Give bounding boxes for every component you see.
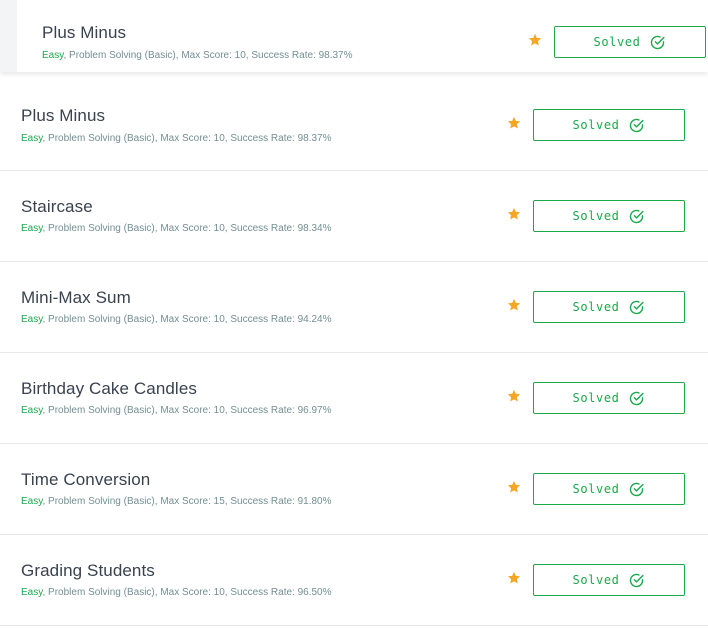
challenge-meta: Easy, Problem Solving (Basic), Max Score… — [21, 405, 332, 416]
challenge-details: , Problem Solving (Basic), Max Score: 10… — [42, 587, 332, 598]
difficulty-label: Easy — [21, 587, 43, 598]
solved-button[interactable]: Solved — [533, 291, 685, 323]
check-circle-icon — [630, 482, 645, 496]
challenge-row[interactable]: Birthday Cake Candles Easy, Problem Solv… — [0, 353, 708, 444]
challenge-meta: Easy, Problem Solving (Basic), Max Score… — [42, 50, 353, 61]
challenge-row[interactable]: Time Conversion Easy, Problem Solving (B… — [0, 444, 708, 535]
check-circle-icon — [630, 300, 645, 314]
card-left-strip — [0, 0, 17, 72]
challenge-details: , Problem Solving (Basic), Max Score: 10… — [42, 133, 332, 144]
challenge-title[interactable]: Birthday Cake Candles — [21, 379, 197, 399]
difficulty-label: Easy — [21, 133, 43, 144]
solved-button[interactable]: Solved — [554, 26, 706, 58]
challenge-title[interactable]: Staircase — [21, 197, 93, 217]
solved-button-label: Solved — [572, 482, 620, 496]
challenge-row[interactable]: Plus Minus Easy, Problem Solving (Basic)… — [0, 80, 708, 171]
challenge-details: , Problem Solving (Basic), Max Score: 15… — [42, 496, 332, 507]
challenge-list: Plus Minus Easy, Problem Solving (Basic)… — [0, 0, 708, 635]
star-icon[interactable] — [507, 389, 521, 403]
check-circle-icon — [630, 209, 645, 223]
solved-button-label: Solved — [572, 300, 620, 314]
difficulty-label: Easy — [21, 223, 43, 234]
star-icon[interactable] — [507, 480, 521, 494]
check-circle-icon — [630, 391, 645, 405]
challenge-title[interactable]: Mini-Max Sum — [21, 288, 131, 308]
solved-button[interactable]: Solved — [533, 473, 685, 505]
star-icon[interactable] — [507, 116, 521, 130]
challenge-title[interactable]: Grading Students — [21, 561, 155, 581]
star-icon[interactable] — [528, 33, 542, 47]
challenge-title[interactable]: Time Conversion — [21, 470, 150, 490]
challenge-row[interactable]: Staircase Easy, Problem Solving (Basic),… — [0, 171, 708, 262]
solved-button[interactable]: Solved — [533, 200, 685, 232]
solved-button-label: Solved — [593, 35, 641, 49]
star-icon[interactable] — [507, 298, 521, 312]
challenge-details: , Problem Solving (Basic), Max Score: 10… — [42, 314, 332, 325]
solved-button[interactable]: Solved — [533, 564, 685, 596]
star-icon[interactable] — [507, 207, 521, 221]
challenge-row[interactable]: Grading Students Easy, Problem Solving (… — [0, 535, 708, 626]
challenge-details: , Problem Solving (Basic), Max Score: 10… — [42, 405, 332, 416]
challenge-card-floating[interactable]: Plus Minus Easy, Problem Solving (Basic)… — [0, 0, 708, 72]
challenge-row[interactable]: Mini-Max Sum Easy, Problem Solving (Basi… — [0, 262, 708, 353]
challenge-details: , Problem Solving (Basic), Max Score: 10… — [42, 223, 332, 234]
challenge-details: , Problem Solving (Basic), Max Score: 10… — [63, 50, 353, 61]
challenge-title[interactable]: Plus Minus — [21, 106, 105, 126]
difficulty-label: Easy — [21, 405, 43, 416]
solved-button-label: Solved — [572, 391, 620, 405]
check-circle-icon — [651, 35, 666, 49]
challenge-meta: Easy, Problem Solving (Basic), Max Score… — [21, 587, 332, 598]
difficulty-label: Easy — [21, 496, 43, 507]
challenge-meta: Easy, Problem Solving (Basic), Max Score… — [21, 314, 332, 325]
solved-button-label: Solved — [572, 209, 620, 223]
solved-button-label: Solved — [572, 118, 620, 132]
challenge-meta: Easy, Problem Solving (Basic), Max Score… — [21, 223, 332, 234]
challenge-meta: Easy, Problem Solving (Basic), Max Score… — [21, 496, 332, 507]
difficulty-label: Easy — [21, 314, 43, 325]
check-circle-icon — [630, 118, 645, 132]
difficulty-label: Easy — [42, 50, 64, 61]
check-circle-icon — [630, 573, 645, 587]
solved-button-label: Solved — [572, 573, 620, 587]
challenge-title[interactable]: Plus Minus — [42, 23, 126, 43]
solved-button[interactable]: Solved — [533, 382, 685, 414]
star-icon[interactable] — [507, 571, 521, 585]
solved-button[interactable]: Solved — [533, 109, 685, 141]
challenge-meta: Easy, Problem Solving (Basic), Max Score… — [21, 133, 332, 144]
